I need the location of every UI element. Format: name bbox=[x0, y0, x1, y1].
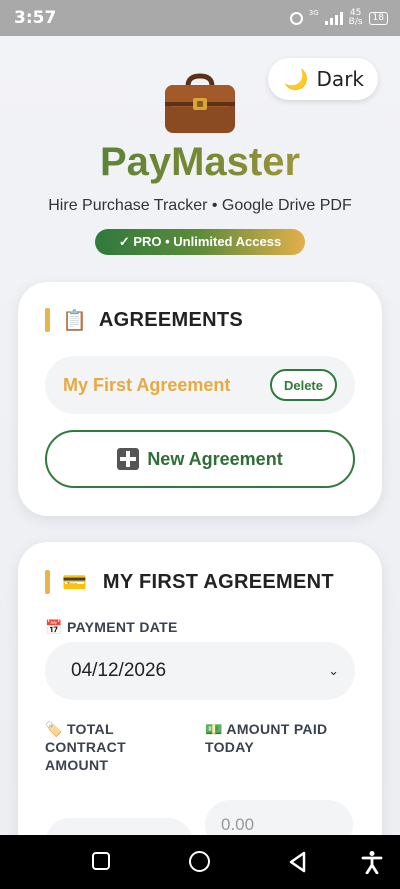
pro-badge: ✓ PRO • Unlimited Access bbox=[95, 229, 305, 255]
signal-icon bbox=[324, 11, 343, 25]
amount-paid-placeholder: 0.00 bbox=[221, 815, 255, 834]
home-button[interactable] bbox=[189, 851, 210, 872]
app-title: PayMaster bbox=[0, 140, 400, 185]
status-time: 3:57 bbox=[14, 8, 57, 28]
payment-date-label: PAYMENT DATE bbox=[66, 619, 178, 635]
app-subtitle: Hire Purchase Tracker • Google Drive PDF bbox=[48, 197, 352, 214]
plus-icon bbox=[117, 448, 140, 470]
paid-label-line-1: AMOUNT PAID bbox=[226, 721, 328, 737]
theme-toggle-button[interactable]: 🌙 Dark bbox=[267, 58, 378, 100]
agreements-header: 📋 AGREEMENTS bbox=[45, 308, 243, 332]
clipboard-icon: 📋 bbox=[62, 308, 87, 332]
payment-date-label-row: 📅 PAYMENT DATE bbox=[45, 618, 178, 636]
battery-icon: 18 bbox=[368, 11, 388, 25]
network-speed: 45 B/s bbox=[349, 9, 363, 27]
briefcase-icon bbox=[165, 73, 235, 133]
delete-agreement-button[interactable]: Delete bbox=[269, 369, 337, 401]
navigation-bar bbox=[0, 835, 400, 889]
new-agreement-label: New Agreement bbox=[147, 448, 283, 469]
payment-date-select[interactable]: 04/12/2026 ⌄ bbox=[45, 642, 355, 700]
status-icons: 3G 45 B/s 18 bbox=[289, 9, 388, 27]
accessibility-button[interactable] bbox=[361, 850, 383, 874]
moon-icon: 🌙 bbox=[283, 67, 309, 91]
current-agreement-card: 💳 MY FIRST AGREEMENT 📅 PAYMENT DATE 04/1… bbox=[18, 542, 382, 835]
network-type: 3G bbox=[308, 9, 319, 17]
battery-level: 18 bbox=[372, 12, 384, 23]
total-label-line-2: CONTRACT bbox=[45, 739, 126, 755]
section-accent-bar bbox=[45, 570, 50, 594]
paid-label-line-2: TODAY bbox=[205, 739, 254, 755]
agreements-card: 📋 AGREEMENTS My First Agreement Delete N… bbox=[18, 282, 382, 516]
agreement-name[interactable]: My First Agreement bbox=[63, 375, 230, 396]
total-contract-amount-input[interactable]: 5000 bbox=[45, 818, 193, 835]
agreement-list-item[interactable]: My First Agreement Delete bbox=[45, 356, 355, 414]
calendar-icon: 📅 bbox=[45, 619, 63, 635]
network-speed-unit: B/s bbox=[348, 17, 363, 27]
recent-apps-button[interactable] bbox=[92, 852, 110, 870]
agreements-title: AGREEMENTS bbox=[98, 308, 244, 331]
alarm-icon bbox=[289, 11, 303, 25]
total-label-block: 🏷️ TOTAL CONTRACT AMOUNT bbox=[45, 720, 155, 774]
section-accent-bar bbox=[45, 308, 50, 332]
status-bar: 3:57 3G 45 B/s 18 bbox=[0, 0, 400, 36]
tag-icon: 🏷️ bbox=[45, 721, 63, 737]
current-agreement-title: MY FIRST AGREEMENT bbox=[102, 570, 334, 593]
app-screen: 🌙 Dark PayMaster Hire Purchase Tracker •… bbox=[0, 36, 400, 835]
new-agreement-button[interactable]: New Agreement bbox=[45, 430, 355, 488]
amount-paid-today-input[interactable]: 0.00 bbox=[205, 800, 353, 835]
current-agreement-header: 💳 MY FIRST AGREEMENT bbox=[45, 570, 334, 594]
total-label-line-3: AMOUNT bbox=[45, 757, 109, 773]
credit-card-icon: 💳 bbox=[62, 570, 87, 594]
total-label-line-1: TOTAL bbox=[66, 721, 114, 737]
chevron-down-icon: ⌄ bbox=[328, 663, 339, 678]
paid-label-block: 💵 AMOUNT PAID TODAY bbox=[205, 720, 355, 756]
theme-toggle-label: Dark bbox=[316, 67, 364, 91]
back-button[interactable] bbox=[288, 851, 308, 873]
payment-date-value: 04/12/2026 bbox=[71, 660, 167, 681]
money-icon: 💵 bbox=[205, 721, 223, 737]
